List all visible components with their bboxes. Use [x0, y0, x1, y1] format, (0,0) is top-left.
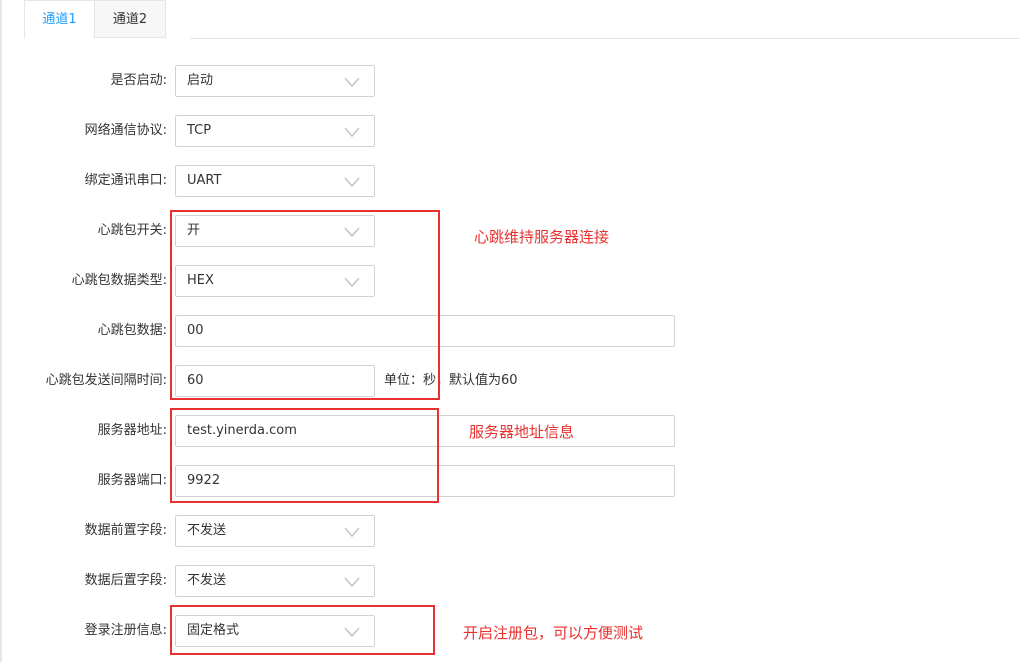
row-protocol: 网络通信协议: TCP	[0, 115, 1020, 147]
chevron-down-icon	[344, 77, 360, 88]
serial-label: 绑定通讯串口:	[84, 173, 167, 188]
row-heartbeat-data: 心跳包数据: 00	[0, 315, 1020, 347]
protocol-label: 网络通信协议:	[84, 123, 167, 138]
row-heartbeat-type: 心跳包数据类型: HEX	[0, 265, 1020, 297]
annotation-server-box	[170, 408, 439, 503]
row-enable: 是否启动: 启动	[0, 65, 1020, 97]
serial-select[interactable]: UART	[175, 165, 375, 197]
tab-divider	[190, 38, 1020, 39]
serial-value: UART	[187, 173, 222, 188]
enable-label: 是否启动:	[110, 73, 167, 88]
row-serial: 绑定通讯串口: UART	[0, 165, 1020, 197]
tab-channel-1[interactable]: 通道1	[24, 0, 95, 39]
server-port-label: 服务器端口:	[97, 473, 167, 488]
annotation-register-box	[170, 605, 435, 655]
heartbeat-data-label: 心跳包数据:	[97, 323, 167, 338]
protocol-value: TCP	[187, 123, 212, 138]
annotation-heartbeat-box	[170, 210, 440, 400]
row-heartbeat-interval: 心跳包发送间隔时间: 60 单位：秒，默认值为60	[0, 365, 1020, 397]
suffix-field-label: 数据后置字段:	[84, 573, 167, 588]
chevron-down-icon	[344, 577, 360, 588]
prefix-field-label: 数据前置字段:	[84, 523, 167, 538]
chevron-down-icon	[344, 127, 360, 138]
enable-select[interactable]: 启动	[175, 65, 375, 97]
suffix-field-select[interactable]: 不发送	[175, 565, 375, 597]
enable-value: 启动	[187, 73, 214, 88]
heartbeat-type-label: 心跳包数据类型:	[71, 273, 167, 288]
chevron-down-icon	[344, 527, 360, 538]
row-server-port: 服务器端口: 9922	[0, 465, 1020, 497]
row-prefix-field: 数据前置字段: 不发送	[0, 515, 1020, 547]
protocol-select[interactable]: TCP	[175, 115, 375, 147]
prefix-field-select[interactable]: 不发送	[175, 515, 375, 547]
suffix-field-value: 不发送	[187, 573, 227, 588]
chevron-down-icon	[344, 177, 360, 188]
annotation-register-text: 开启注册包，可以方便测试	[463, 624, 644, 642]
server-address-label: 服务器地址:	[97, 423, 167, 438]
prefix-field-value: 不发送	[187, 523, 227, 538]
annotation-heartbeat-text: 心跳维持服务器连接	[474, 228, 610, 246]
heartbeat-interval-label: 心跳包发送间隔时间:	[45, 373, 167, 388]
annotation-server-text: 服务器地址信息	[469, 423, 575, 441]
heartbeat-switch-label: 心跳包开关:	[97, 223, 167, 238]
row-suffix-field: 数据后置字段: 不发送	[0, 565, 1020, 597]
tab-channel-2[interactable]: 通道2	[95, 0, 166, 38]
login-info-label: 登录注册信息:	[84, 623, 167, 638]
channel-tabs: 通道1 通道2	[24, 0, 1020, 39]
